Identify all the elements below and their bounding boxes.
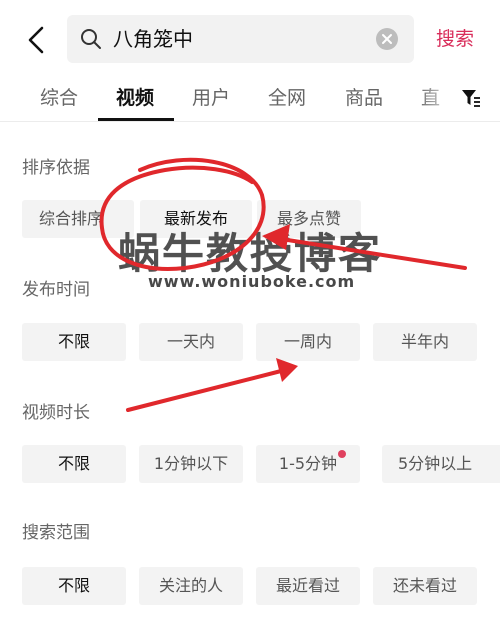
active-tab-indicator [98, 118, 174, 121]
watermark-url: www.woniuboke.com [148, 272, 356, 291]
publish-time-one-day[interactable]: 一天内 [139, 323, 243, 361]
new-badge-dot [338, 450, 346, 458]
search-query-text: 八角笼中 [113, 27, 193, 51]
tab-web[interactable]: 全网 [268, 83, 306, 110]
duration-any[interactable]: 不限 [22, 445, 126, 483]
filter-icon[interactable] [461, 88, 481, 108]
search-header: 八角笼中 搜索 [0, 0, 500, 78]
tab-live[interactable]: 直 [421, 83, 440, 110]
tab-comprehensive[interactable]: 综合 [40, 83, 78, 110]
arrow-to-latest-line [273, 236, 467, 270]
sort-option-latest[interactable]: 最新发布 [140, 200, 252, 238]
publish-time-any[interactable]: 不限 [22, 323, 126, 361]
scope-recently-viewed[interactable]: 最近看过 [256, 567, 360, 605]
clear-search-icon[interactable] [376, 28, 398, 50]
scope-not-viewed[interactable]: 还未看过 [373, 567, 477, 605]
scope-any[interactable]: 不限 [22, 567, 126, 605]
tab-products[interactable]: 商品 [345, 83, 383, 110]
tab-video[interactable]: 视频 [116, 83, 154, 110]
search-button[interactable]: 搜索 [436, 24, 474, 51]
sort-option-comprehensive[interactable]: 综合排序 [22, 200, 134, 238]
search-icon [81, 29, 101, 49]
duration-section-title: 视频时长 [22, 403, 90, 423]
duration-1-5min-label: 1-5分钟 [278, 454, 338, 473]
sort-section-title: 排序依据 [22, 158, 90, 178]
scope-section-title: 搜索范围 [22, 523, 90, 543]
duration-under-1min[interactable]: 1分钟以下 [139, 445, 243, 483]
back-arrow-icon[interactable] [20, 22, 56, 58]
result-type-tabs: 综合 视频 用户 全网 商品 直 [0, 78, 500, 122]
scope-following[interactable]: 关注的人 [139, 567, 243, 605]
tab-users[interactable]: 用户 [192, 83, 230, 110]
duration-over-5min[interactable]: 5分钟以上 [382, 445, 500, 483]
publish-time-section-title: 发布时间 [22, 280, 90, 300]
search-input[interactable]: 八角笼中 [67, 15, 414, 63]
publish-time-one-week[interactable]: 一周内 [256, 323, 360, 361]
arrow-to-week-head [276, 358, 298, 382]
arrow-to-week-line [126, 368, 287, 412]
duration-1-5min[interactable]: 1-5分钟 [256, 445, 360, 483]
sort-option-most-liked[interactable]: 最多点赞 [257, 200, 361, 238]
publish-time-half-year[interactable]: 半年内 [373, 323, 477, 361]
